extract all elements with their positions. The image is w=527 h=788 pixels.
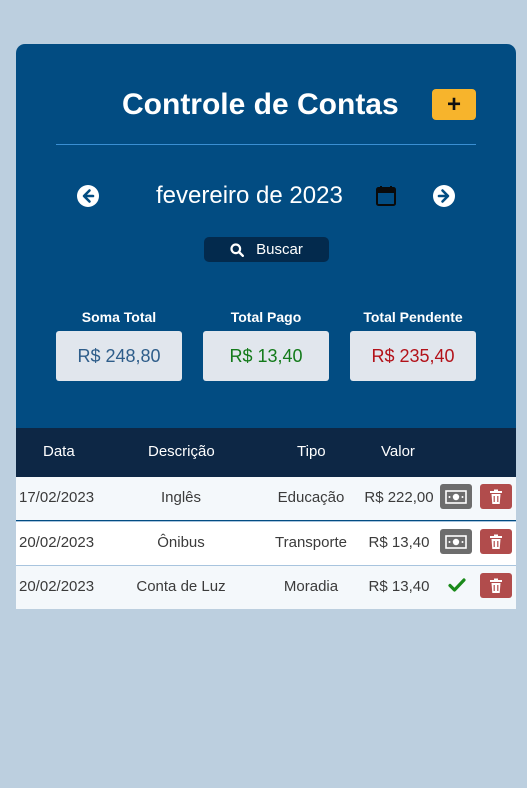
pay-button[interactable] bbox=[440, 484, 472, 509]
search-icon bbox=[230, 242, 245, 257]
sum-total-label: Soma Total bbox=[81, 309, 157, 325]
page-title: Controle de Contas bbox=[122, 88, 399, 121]
row-date: 20/02/2023 bbox=[19, 534, 95, 551]
money-icon bbox=[445, 534, 467, 549]
trash-icon bbox=[490, 534, 502, 549]
money-icon bbox=[445, 489, 467, 504]
row-description: Ônibus bbox=[157, 534, 205, 551]
search-label: Buscar bbox=[256, 241, 303, 258]
column-header-valor: Valor bbox=[381, 443, 415, 460]
total-pending-box: R$ 235,40 bbox=[350, 331, 476, 381]
previous-month-button[interactable] bbox=[77, 185, 99, 207]
total-paid-label: Total Pago bbox=[230, 309, 302, 325]
arrow-left-icon bbox=[82, 189, 95, 203]
current-month-label: fevereiro de 2023 bbox=[156, 182, 343, 209]
row-value: R$ 13,40 bbox=[368, 578, 430, 595]
row-date: 17/02/2023 bbox=[19, 489, 95, 506]
total-paid-box: R$ 13,40 bbox=[203, 331, 329, 381]
column-header-descricao: Descrição bbox=[148, 443, 215, 460]
trash-icon bbox=[490, 489, 502, 504]
table-header: Data Descrição Tipo Valor bbox=[16, 428, 516, 477]
search-button[interactable]: Buscar bbox=[204, 237, 329, 262]
row-description: Inglês bbox=[160, 489, 202, 506]
check-icon bbox=[448, 578, 466, 592]
column-header-tipo: Tipo bbox=[297, 443, 326, 460]
calendar-icon bbox=[376, 186, 396, 206]
plus-icon: + bbox=[446, 90, 461, 118]
table-row: 20/02/2023 Conta de Luz Moradia R$ 13,40 bbox=[16, 565, 516, 609]
pay-button[interactable] bbox=[440, 529, 472, 554]
total-paid-value: R$ 13,40 bbox=[229, 345, 303, 366]
delete-button[interactable] bbox=[480, 484, 512, 509]
arrow-right-icon bbox=[437, 189, 450, 203]
row-type: Educação bbox=[277, 489, 345, 506]
total-pending-value: R$ 235,40 bbox=[371, 345, 455, 366]
sum-total-box: R$ 248,80 bbox=[56, 331, 182, 381]
trash-icon bbox=[490, 578, 502, 593]
add-account-button[interactable]: + bbox=[432, 89, 476, 120]
column-header-data: Data bbox=[43, 443, 75, 460]
row-value: R$ 13,40 bbox=[368, 534, 430, 551]
row-date: 20/02/2023 bbox=[19, 578, 95, 595]
calendar-button[interactable] bbox=[375, 185, 397, 212]
row-type: Moradia bbox=[283, 578, 339, 595]
main-card: Controle de Contas + fevereiro de 2023 B… bbox=[16, 44, 516, 609]
table-row: 17/02/2023 Inglês Educação R$ 222,00 bbox=[16, 477, 516, 520]
sum-total-value: R$ 248,80 bbox=[77, 345, 161, 366]
delete-button[interactable] bbox=[480, 573, 512, 598]
row-description: Conta de Luz bbox=[136, 578, 226, 595]
next-month-button[interactable] bbox=[433, 185, 455, 207]
divider bbox=[56, 144, 476, 145]
total-pending-label: Total Pendente bbox=[363, 309, 463, 325]
table-row: 20/02/2023 Ônibus Transporte R$ 13,40 bbox=[16, 521, 516, 565]
delete-button[interactable] bbox=[480, 529, 512, 554]
row-value: R$ 222,00 bbox=[364, 489, 434, 506]
row-type: Transporte bbox=[275, 534, 347, 551]
